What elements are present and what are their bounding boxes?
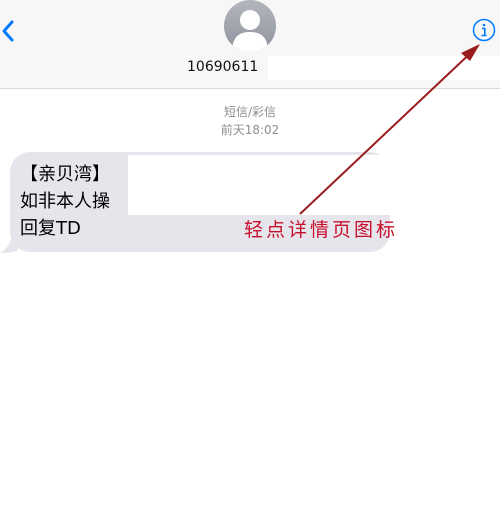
annotation-arrow xyxy=(299,44,480,215)
annotation-label: 轻点详情页图标 xyxy=(244,219,399,241)
